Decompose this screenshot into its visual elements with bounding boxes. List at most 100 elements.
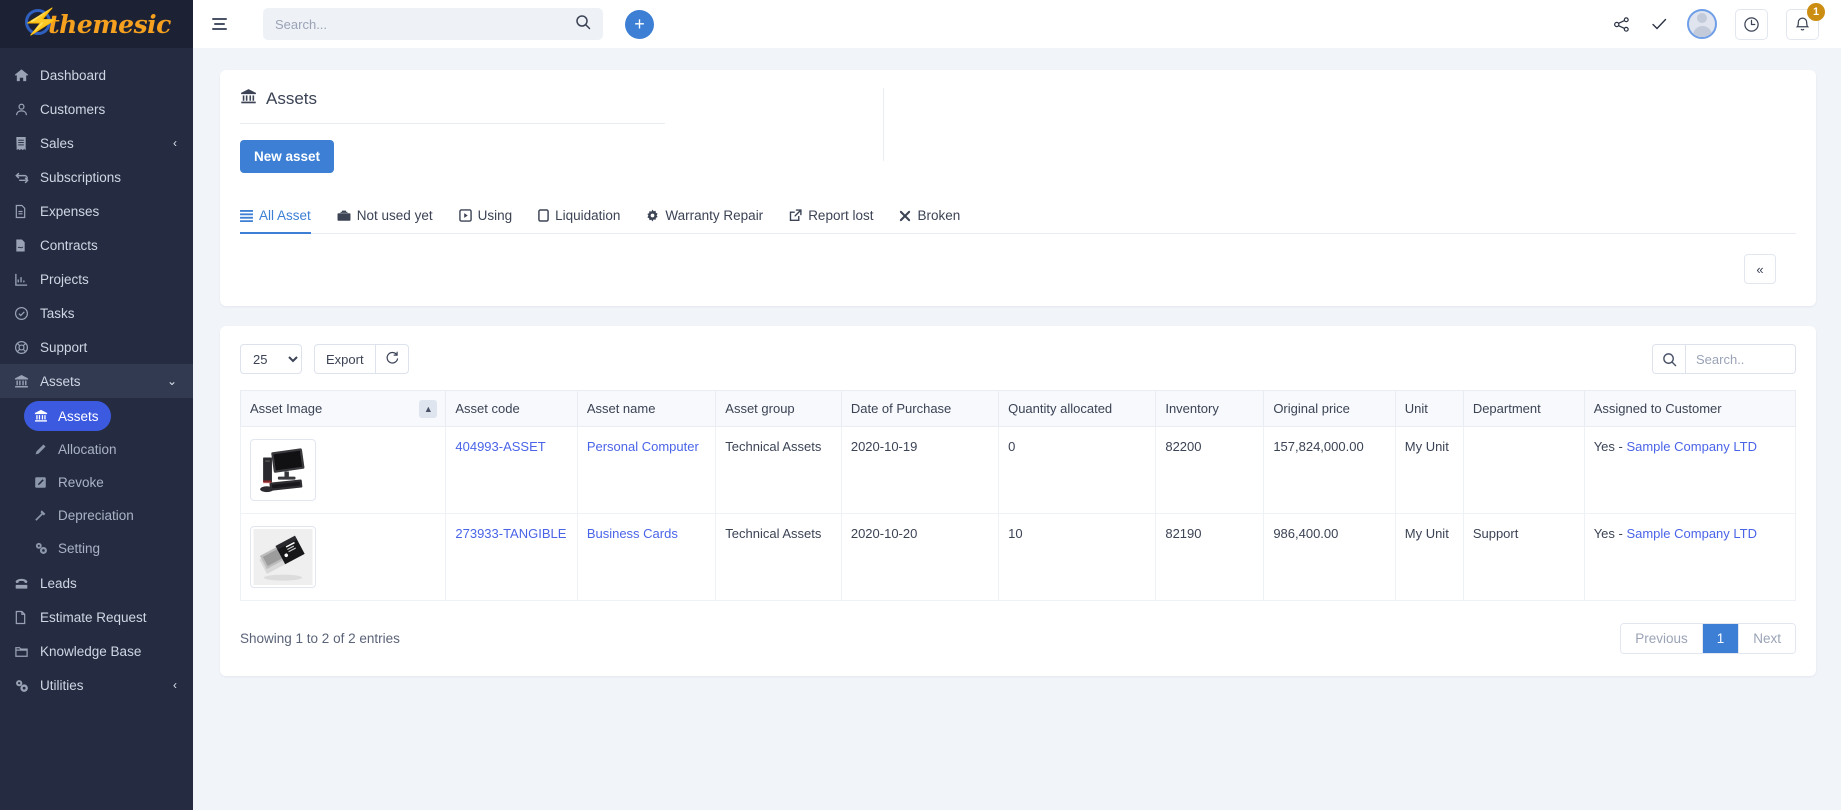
avatar[interactable] xyxy=(1687,9,1717,39)
folder-icon xyxy=(14,644,40,658)
search-input[interactable] xyxy=(275,16,569,32)
hamburger-icon[interactable] xyxy=(207,9,237,39)
sidebar-item-leads[interactable]: Leads xyxy=(0,566,193,600)
tab-label: Broken xyxy=(917,208,961,223)
sidebar-item-customers[interactable]: Customers xyxy=(0,92,193,126)
column-header-quantity-allocated[interactable]: Quantity allocated xyxy=(998,390,1157,427)
column-header-assigned-to-customer[interactable]: Assigned to Customer xyxy=(1583,390,1797,427)
sidebar-item-knowledge-base[interactable]: Knowledge Base xyxy=(0,634,193,668)
sidebar-item-contracts[interactable]: Contracts xyxy=(0,228,193,262)
sidebar-item-subscriptions[interactable]: Subscriptions xyxy=(0,160,193,194)
tab-warranty-repair[interactable]: Warranty Repair xyxy=(633,200,776,233)
sidebar-item-support[interactable]: Support xyxy=(0,330,193,364)
column-header-asset-name[interactable]: Asset name xyxy=(576,390,717,427)
app-root: ⚡ themesic Dashboard Customers Sales ‹ S… xyxy=(0,0,1841,810)
table-head: Asset Image ▲ Asset code Asset name Asse… xyxy=(239,390,1797,427)
tab-label: All Asset xyxy=(259,208,311,223)
export-button[interactable]: Export xyxy=(314,344,376,374)
tab-label: Liquidation xyxy=(555,208,621,223)
cell-inventory: 82190 xyxy=(1155,513,1265,601)
tab-not-used-yet[interactable]: Not used yet xyxy=(324,200,446,233)
cell-inventory: 82200 xyxy=(1155,426,1265,514)
clock-icon[interactable] xyxy=(1735,8,1768,40)
lightning-bolt-icon: ⚡ xyxy=(20,8,63,36)
tab-liquidation[interactable]: Liquidation xyxy=(525,200,633,233)
cell-department: Support xyxy=(1462,513,1585,601)
pagination-previous[interactable]: Previous xyxy=(1621,624,1703,653)
asset-name-link[interactable]: Personal Computer xyxy=(587,439,699,454)
sidebar-item-tasks[interactable]: Tasks xyxy=(0,296,193,330)
sidebar-item-sales[interactable]: Sales ‹ xyxy=(0,126,193,160)
sidebar-subitem-assets[interactable]: Assets xyxy=(24,401,111,431)
cell-asset-code: 404993-ASSET xyxy=(445,426,578,514)
sidebar-item-projects[interactable]: Projects xyxy=(0,262,193,296)
cell-assigned-to-customer: Yes - Sample Company LTD xyxy=(1583,513,1797,601)
sidebar-item-utilities[interactable]: Utilities ‹ xyxy=(0,668,193,702)
sidebar-subitem-revoke[interactable]: Revoke xyxy=(24,467,116,497)
telephone-icon xyxy=(14,576,40,591)
cell-asset-name: Personal Computer xyxy=(576,426,717,514)
sidebar-subitem-setting[interactable]: Setting xyxy=(24,533,112,563)
brand-header[interactable]: ⚡ themesic xyxy=(0,0,193,48)
sidebar-item-label: Subscriptions xyxy=(40,169,122,185)
list-icon xyxy=(240,209,253,222)
cell-original-price: 986,400.00 xyxy=(1263,513,1396,601)
table-search-input[interactable] xyxy=(1686,344,1796,374)
notification-badge: 1 xyxy=(1807,2,1825,21)
refresh-button[interactable] xyxy=(375,344,409,374)
edit-square-icon xyxy=(34,476,58,489)
assets-submenu: Assets Allocation Revoke Depreciation Se… xyxy=(0,401,193,563)
check-circle-icon xyxy=(14,306,40,321)
sidebar-item-label: Estimate Request xyxy=(40,609,147,625)
add-button[interactable]: + xyxy=(625,9,654,39)
global-search[interactable] xyxy=(263,8,603,40)
business-cards-photo[interactable] xyxy=(250,526,316,588)
search-icon[interactable] xyxy=(575,14,591,34)
column-header-asset-group[interactable]: Asset group xyxy=(715,390,842,427)
asset-code-link[interactable]: 404993-ASSET xyxy=(455,439,545,454)
sidebar-item-label: Sales xyxy=(40,135,74,151)
asset-name-link[interactable]: Business Cards xyxy=(587,526,678,541)
chevron-up-icon[interactable]: ▲ xyxy=(419,399,438,418)
collapse-button[interactable]: « xyxy=(1744,254,1776,284)
tab-broken[interactable]: Broken xyxy=(886,200,973,233)
asset-status-tabs: All Asset Not used yet Using Liquidation… xyxy=(240,200,1796,234)
column-header-unit[interactable]: Unit xyxy=(1394,390,1464,427)
bank-icon xyxy=(240,88,257,110)
column-header-date-of-purchase[interactable]: Date of Purchase xyxy=(840,390,1000,427)
sidebar-item-dashboard[interactable]: Dashboard xyxy=(0,58,193,92)
sidebar-subitem-allocation[interactable]: Allocation xyxy=(24,434,129,464)
search-icon[interactable] xyxy=(1652,344,1686,374)
column-header-asset-code[interactable]: Asset code xyxy=(445,390,578,427)
sidebar-item-expenses[interactable]: Expenses xyxy=(0,194,193,228)
desktop-computer-photo[interactable] xyxy=(250,439,316,501)
page-size-select[interactable]: 25 xyxy=(240,344,302,374)
column-header-inventory[interactable]: Inventory xyxy=(1155,390,1265,427)
sidebar-subitem-depreciation[interactable]: Depreciation xyxy=(24,500,146,530)
assigned-customer-link[interactable]: Sample Company LTD xyxy=(1626,439,1757,454)
cell-unit: My Unit xyxy=(1394,426,1464,514)
column-header-department[interactable]: Department xyxy=(1462,390,1585,427)
tab-report-lost[interactable]: Report lost xyxy=(776,200,886,233)
cell-assigned-to-customer: Yes - Sample Company LTD xyxy=(1583,426,1797,514)
sidebar-item-assets[interactable]: Assets ⌄ xyxy=(0,364,193,398)
new-asset-button[interactable]: New asset xyxy=(240,140,335,173)
pagination-page-1[interactable]: 1 xyxy=(1702,624,1740,653)
bell-icon[interactable]: 1 xyxy=(1786,2,1825,40)
file-icon xyxy=(14,610,40,625)
check-icon[interactable] xyxy=(1649,14,1669,34)
asset-code-link[interactable]: 273933-TANGIBLE xyxy=(455,526,566,541)
tab-using[interactable]: Using xyxy=(446,200,526,233)
sidebar-item-label: Tasks xyxy=(40,305,75,321)
column-header-original-price[interactable]: Original price xyxy=(1263,390,1396,427)
column-header-asset-image[interactable]: Asset Image ▲ xyxy=(239,390,447,427)
topbar-actions: 1 xyxy=(1612,2,1825,40)
bank-icon xyxy=(14,374,40,389)
bank-icon xyxy=(34,409,58,423)
share-icon[interactable] xyxy=(1612,15,1631,34)
tab-all-asset[interactable]: All Asset xyxy=(240,200,324,234)
column-header-label: Asset Image xyxy=(250,401,323,416)
pagination-next[interactable]: Next xyxy=(1739,624,1795,653)
assigned-customer-link[interactable]: Sample Company LTD xyxy=(1626,526,1757,541)
sidebar-item-estimate-request[interactable]: Estimate Request xyxy=(0,600,193,634)
